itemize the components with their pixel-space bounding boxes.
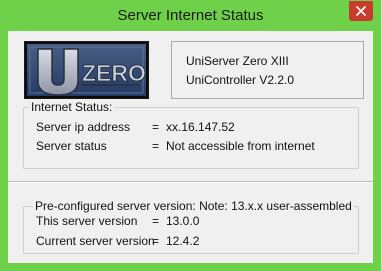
server-ip-equals: = <box>152 120 160 134</box>
this-version-label: This server version <box>36 214 138 228</box>
server-ip-value: xx.16.147.52 <box>166 120 235 134</box>
uzero-logo: ZERO <box>24 41 149 99</box>
version-note-label: Pre-configured server version: Note: 13.… <box>33 199 354 213</box>
close-icon <box>356 6 366 16</box>
server-status-value: Not accessible from internet <box>166 139 315 153</box>
title-bar[interactable]: Server Internet Status <box>0 0 381 31</box>
separator <box>8 181 373 183</box>
close-button[interactable] <box>349 1 373 21</box>
product-info-box: UniServer Zero XIII UniController V2.2.0 <box>171 41 364 99</box>
controller-version: UniController V2.2.0 <box>186 73 295 87</box>
server-status-label: Server status <box>36 139 107 153</box>
this-version-equals: = <box>152 214 160 228</box>
internet-status-group: Internet Status: Server ip address = xx.… <box>23 100 359 169</box>
current-version-label: Current server version <box>36 234 155 248</box>
server-status-equals: = <box>152 139 160 153</box>
server-ip-label: Server ip address <box>36 120 131 134</box>
window-title: Server Internet Status <box>117 7 264 24</box>
version-group: Pre-configured server version: Note: 13.… <box>23 199 359 254</box>
this-version-value: 13.0.0 <box>166 214 200 228</box>
product-name: UniServer Zero XIII <box>186 54 289 68</box>
svg-text:ZERO: ZERO <box>82 60 146 86</box>
internet-status-label: Internet Status: <box>29 100 115 114</box>
dialog-content: ZERO UniServer Zero XIII UniController V… <box>8 31 373 263</box>
dialog-window: Server Internet Status ZERO UniServer Ze… <box>0 0 381 271</box>
current-version-value: 12.4.2 <box>166 234 200 248</box>
current-version-equals: = <box>152 234 160 248</box>
